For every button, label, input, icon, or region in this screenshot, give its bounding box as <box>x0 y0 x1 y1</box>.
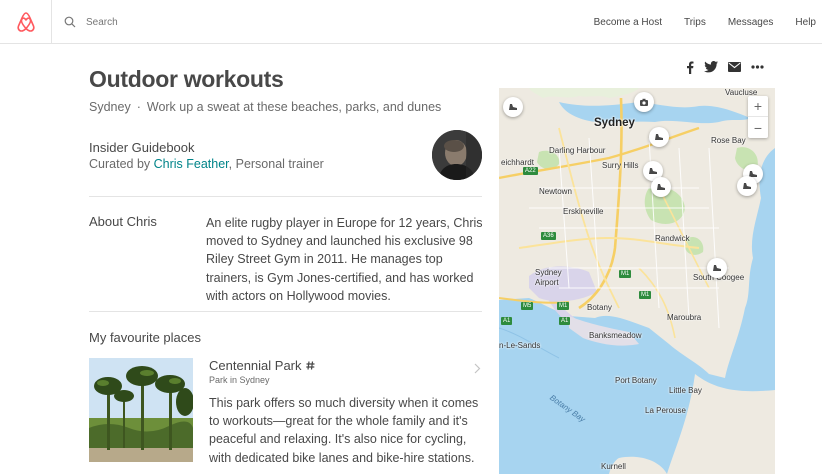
place-name[interactable]: Centennial Park <box>209 358 315 373</box>
search-input[interactable] <box>86 16 386 28</box>
search-bar[interactable] <box>52 0 432 44</box>
facebook-icon[interactable] <box>686 60 694 74</box>
road-shield: A22 <box>523 167 538 175</box>
curator-line: Curated by Chris Feather, Personal train… <box>89 157 324 171</box>
map-label-randwick: Randwick <box>655 234 690 243</box>
zoom-out-button[interactable]: − <box>748 117 768 138</box>
map-label-little-bay: Little Bay <box>669 386 702 395</box>
map-label-sydney: Sydney <box>594 117 635 129</box>
guidebook-label: Insider Guidebook <box>89 140 195 155</box>
hashtag-icon <box>305 361 314 370</box>
curator-role: , Personal trainer <box>228 157 324 171</box>
tagline: Work up a sweat at these beaches, parks,… <box>146 100 442 114</box>
airbnb-logo-icon <box>16 12 35 32</box>
map-label-maroubra: Maroubra <box>667 313 702 322</box>
map-pin[interactable] <box>503 97 523 117</box>
avatar-photo <box>432 130 482 180</box>
place-description: This park offers so much diversity when … <box>209 396 479 465</box>
map-label-botany: Botany <box>587 303 612 312</box>
map-pin[interactable] <box>634 92 654 112</box>
nav-help[interactable]: Help <box>795 17 816 28</box>
section-divider <box>89 311 482 312</box>
nav-trips[interactable]: Trips <box>684 17 706 28</box>
running-shoe-icon <box>509 104 517 110</box>
city-name: Sydney <box>89 100 131 114</box>
map-label-leichhardt: eichhardt <box>501 158 534 167</box>
map-label-banksmeadow: Banksmeadow <box>589 331 642 340</box>
road-shield: A36 <box>541 232 556 240</box>
guide-map[interactable]: Sydney Darling Harbour Surry Hills eichh… <box>499 88 775 474</box>
map-pin[interactable] <box>649 127 669 147</box>
running-shoe-icon <box>713 265 721 271</box>
road-shield: A1 <box>559 317 571 325</box>
top-navigation-bar: Become a Host Trips Messages Help <box>0 0 822 44</box>
map-label-kurnell: Kurnell <box>601 462 626 471</box>
curator-link[interactable]: Chris Feather <box>154 157 229 171</box>
share-bar <box>686 60 764 74</box>
nav-messages[interactable]: Messages <box>728 17 774 28</box>
subtitle-separator: · <box>136 100 141 114</box>
running-shoe-icon <box>657 184 665 190</box>
twitter-icon[interactable] <box>704 60 718 74</box>
map-pin[interactable] <box>707 258 727 278</box>
map-label-port-botany: Port Botany <box>615 376 657 385</box>
zoom-in-button[interactable]: + <box>748 96 768 117</box>
page-subtitle: Sydney · Work up a sweat at these beaches,… <box>89 100 441 114</box>
road-shield: M1 <box>557 302 570 310</box>
curator-avatar[interactable] <box>432 130 482 180</box>
camera-icon <box>640 98 648 106</box>
map-label-erskineville: Erskineville <box>563 207 604 216</box>
page-title: Outdoor workouts <box>89 66 284 92</box>
map-pin[interactable] <box>651 177 671 197</box>
chevron-right-icon[interactable] <box>474 361 481 379</box>
road-shield: M1 <box>619 270 632 278</box>
email-icon[interactable] <box>728 60 741 74</box>
about-text: An elite rugby player in Europe for 12 y… <box>206 216 483 303</box>
curated-prefix: Curated by <box>89 157 154 171</box>
map-label-darling-harbour: Darling Harbour <box>549 146 606 155</box>
place-photo[interactable] <box>89 358 193 462</box>
map-label-la-perouse: La Perouse <box>645 406 686 415</box>
map-label-sydney-airport: Sydney Airport <box>535 268 562 287</box>
road-shield: M5 <box>521 302 534 310</box>
road-shield: A1 <box>501 317 513 325</box>
about-heading: About Chris <box>89 214 157 229</box>
favourites-heading: My favourite places <box>89 330 201 345</box>
map-pin[interactable] <box>737 176 757 196</box>
running-shoe-icon <box>743 183 751 189</box>
airbnb-logo[interactable] <box>0 0 52 44</box>
map-label-surry-hills: Surry Hills <box>602 161 639 170</box>
nav-become-a-host[interactable]: Become a Host <box>594 17 662 28</box>
place-type: Park in Sydney <box>209 375 270 385</box>
main-nav: Become a Host Trips Messages Help <box>572 0 816 44</box>
place-name-text: Centennial Park <box>209 358 302 373</box>
more-icon[interactable] <box>751 60 764 74</box>
map-label-le-sands: n-Le-Sands <box>499 341 541 350</box>
search-icon <box>64 16 76 28</box>
running-shoe-icon <box>649 168 657 174</box>
running-shoe-icon <box>655 134 663 140</box>
section-divider <box>89 196 482 197</box>
road-shield: M1 <box>639 291 652 299</box>
map-zoom-control: + − <box>748 96 768 138</box>
map-label-newtown: Newtown <box>539 187 572 196</box>
map-label-rose-bay: Rose Bay <box>711 136 746 145</box>
